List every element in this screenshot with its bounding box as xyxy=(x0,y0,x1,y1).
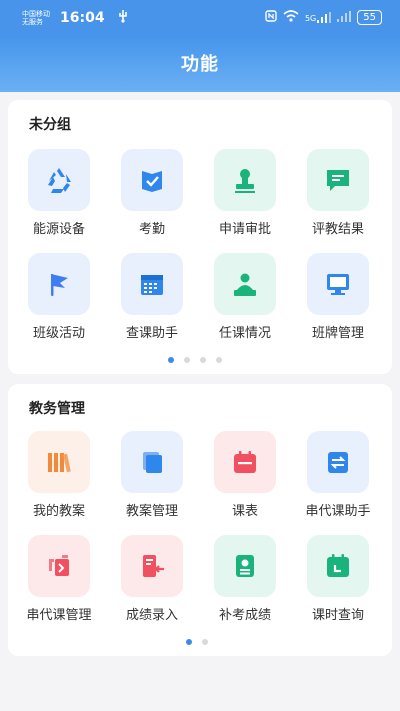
func-label: 班级活动 xyxy=(32,326,85,341)
lesson-query-icon xyxy=(307,535,369,597)
func-label: 串代课助手 xyxy=(305,504,371,519)
func-label: 课表 xyxy=(231,504,258,519)
func-label: 能源设备 xyxy=(32,222,85,237)
wifi-icon xyxy=(283,10,299,25)
func-label: 申请审批 xyxy=(218,222,271,237)
carrier-status: 无服务 xyxy=(22,18,43,26)
func-label: 串代课管理 xyxy=(26,608,92,623)
section-title: 教务管理 xyxy=(29,401,85,417)
func-evaluation-result[interactable]: 评教结果 xyxy=(292,149,384,237)
carrier-name: 中国移动 xyxy=(22,10,50,18)
func-course-assistant[interactable]: 查课助手 xyxy=(106,253,198,341)
page-dot[interactable] xyxy=(168,357,174,363)
swap-doc-icon xyxy=(28,535,90,597)
checkbook-icon xyxy=(121,149,183,211)
func-substitute-management[interactable]: 串代课管理 xyxy=(13,535,105,623)
func-makeup-exam-scores[interactable]: 补考成绩 xyxy=(199,535,291,623)
recycle-icon xyxy=(28,149,90,211)
page-indicator xyxy=(186,639,208,645)
signal-icon: 5G xyxy=(304,12,332,23)
status-time: 16:04 xyxy=(60,10,105,26)
stamp-icon xyxy=(214,149,276,211)
signal-label: 5G xyxy=(304,14,317,23)
page-dot[interactable] xyxy=(186,639,192,645)
page-indicator xyxy=(168,357,222,363)
section-title: 未分组 xyxy=(29,117,71,133)
monitor-icon xyxy=(307,253,369,315)
func-label: 课时查询 xyxy=(311,608,364,623)
swap-icon xyxy=(307,431,369,493)
signal-icon-2 xyxy=(337,10,352,25)
func-score-entry[interactable]: 成绩录入 xyxy=(106,535,198,623)
score-entry-icon xyxy=(121,535,183,597)
func-my-lesson-plans[interactable]: 我的教案 xyxy=(13,431,105,519)
books-icon xyxy=(28,431,90,493)
makeup-icon xyxy=(214,535,276,597)
status-bar: 中国移动 无服务 16:04 5G 55 xyxy=(0,0,400,38)
usb-icon xyxy=(116,9,130,27)
carrier-info: 中国移动 无服务 xyxy=(22,10,62,26)
section-academic-affairs: 教务管理 我的教案 教案管理 课表 串代课助手 串代课管理 成绩录入 补考成绩 … xyxy=(8,384,392,656)
page-title: 功能 xyxy=(0,38,400,92)
func-class-activity[interactable]: 班级活动 xyxy=(13,253,105,341)
func-class-board-management[interactable]: 班牌管理 xyxy=(292,253,384,341)
func-label: 成绩录入 xyxy=(125,608,178,623)
section-ungrouped: 未分组 能源设备 考勤 申请审批 评教结果 班级活动 查课助手 任课情况 班牌管… xyxy=(8,100,392,374)
func-label: 考勤 xyxy=(138,222,165,237)
page-dot[interactable] xyxy=(202,639,208,645)
func-label: 评教结果 xyxy=(311,222,364,237)
battery-level: 55 xyxy=(363,12,376,23)
func-label: 查课助手 xyxy=(125,326,178,341)
flag-icon xyxy=(28,253,90,315)
page-dot[interactable] xyxy=(216,357,222,363)
func-lesson-plan-management[interactable]: 教案管理 xyxy=(106,431,198,519)
calendar-icon xyxy=(214,431,276,493)
func-timetable[interactable]: 课表 xyxy=(199,431,291,519)
func-energy-device[interactable]: 能源设备 xyxy=(13,149,105,237)
page-dot[interactable] xyxy=(200,357,206,363)
func-label: 教案管理 xyxy=(125,504,178,519)
func-class-hours-query[interactable]: 课时查询 xyxy=(292,535,384,623)
func-application-approval[interactable]: 申请审批 xyxy=(199,149,291,237)
battery-icon: 55 xyxy=(357,10,382,25)
func-substitute-assistant[interactable]: 串代课助手 xyxy=(292,431,384,519)
func-attendance[interactable]: 考勤 xyxy=(106,149,198,237)
teacher-icon xyxy=(214,253,276,315)
func-label: 我的教案 xyxy=(32,504,85,519)
status-icons: 5G 55 xyxy=(265,10,382,25)
calendar-grid-icon xyxy=(121,253,183,315)
func-label: 班牌管理 xyxy=(311,326,364,341)
func-label: 任课情况 xyxy=(218,326,271,341)
func-label: 补考成绩 xyxy=(218,608,271,623)
chat-icon xyxy=(307,149,369,211)
nfc-icon xyxy=(265,10,277,25)
func-teaching-status[interactable]: 任课情况 xyxy=(199,253,291,341)
page-dot[interactable] xyxy=(184,357,190,363)
stack-icon xyxy=(121,431,183,493)
